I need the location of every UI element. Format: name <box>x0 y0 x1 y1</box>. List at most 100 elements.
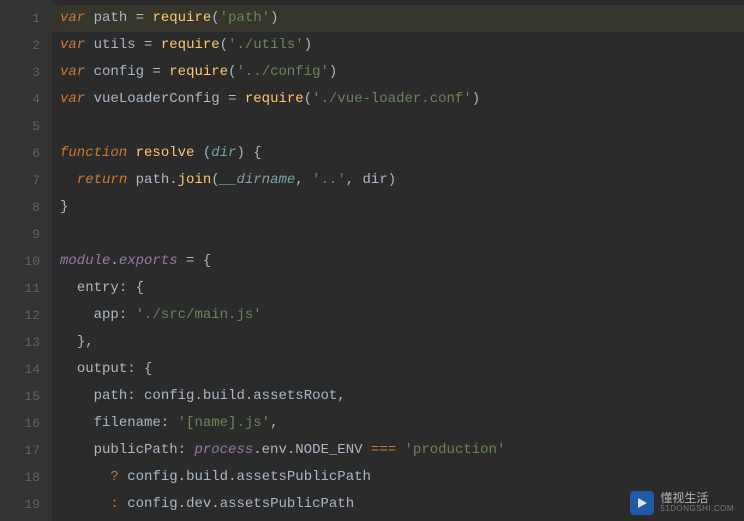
keyword: var <box>60 64 85 80</box>
builtin: __dirname <box>220 172 296 188</box>
paren: ) <box>329 64 337 80</box>
dot: . <box>253 442 261 458</box>
identifier: dir <box>363 172 388 188</box>
colon: : <box>119 280 136 296</box>
property: filename <box>94 415 161 431</box>
watermark-text: 懂视生活 51DONGSHI.COM <box>660 492 734 514</box>
code-line[interactable]: return path.join(__dirname, '..', dir) <box>60 167 744 194</box>
identifier: path <box>94 10 128 26</box>
dot: . <box>110 253 118 269</box>
line-number: 11 <box>0 275 40 302</box>
operator: = <box>136 37 161 53</box>
dot: . <box>178 496 186 512</box>
builtin: process <box>194 442 253 458</box>
keyword: return <box>77 172 127 188</box>
string: './vue-loader.conf' <box>312 91 472 107</box>
colon: : <box>119 307 136 323</box>
identifier: NODE_ENV <box>295 442 362 458</box>
space <box>396 442 404 458</box>
watermark-subtitle: 51DONGSHI.COM <box>660 505 734 514</box>
keyword: var <box>60 37 85 53</box>
line-number: 3 <box>0 59 40 86</box>
code-line[interactable]: filename: '[name].js', <box>60 410 744 437</box>
line-number: 12 <box>0 302 40 329</box>
code-line[interactable]: } <box>60 194 744 221</box>
code-line[interactable]: var vueLoaderConfig = require('./vue-loa… <box>60 86 744 113</box>
dot: . <box>194 388 202 404</box>
code-line[interactable]: }, <box>60 329 744 356</box>
line-number: 10 <box>0 248 40 275</box>
identifier: config <box>94 64 144 80</box>
colon: : <box>127 388 144 404</box>
string: './src/main.js' <box>136 307 262 323</box>
line-number: 15 <box>0 383 40 410</box>
space <box>127 145 135 161</box>
brace: } <box>60 199 68 215</box>
property: entry <box>77 280 119 296</box>
watermark: 懂视生活 51DONGSHI.COM <box>630 491 734 515</box>
code-area[interactable]: var path = require('path') var utils = r… <box>52 0 744 521</box>
code-line[interactable]: path: config.build.assetsRoot, <box>60 383 744 410</box>
string: 'path' <box>220 10 270 26</box>
comma: , <box>85 334 93 350</box>
identifier: assetsPublicPath <box>220 496 354 512</box>
code-line[interactable]: output: { <box>60 356 744 383</box>
code-line[interactable]: module.exports = { <box>60 248 744 275</box>
code-line[interactable]: publicPath: process.env.NODE_ENV === 'pr… <box>60 437 744 464</box>
identifier: dev <box>186 496 211 512</box>
code-line[interactable]: entry: { <box>60 275 744 302</box>
identifier: vueLoaderConfig <box>94 91 220 107</box>
paren: ) <box>388 172 396 188</box>
property: app <box>94 307 119 323</box>
brace: { <box>253 145 261 161</box>
code-line[interactable]: var path = require('path') <box>60 5 744 32</box>
code-line[interactable]: function resolve (dir) { <box>60 140 744 167</box>
code-editor[interactable]: 1 2 3 4 5 6 7 8 9 10 11 12 13 14 15 16 1… <box>0 0 744 521</box>
operator: === <box>371 442 396 458</box>
code-line[interactable] <box>60 221 744 248</box>
code-line[interactable]: app: './src/main.js' <box>60 302 744 329</box>
brace: { <box>144 361 152 377</box>
identifier: config <box>127 496 177 512</box>
space <box>194 145 202 161</box>
space <box>363 442 371 458</box>
colon: : <box>161 415 178 431</box>
watermark-logo-icon <box>630 491 654 515</box>
line-number: 6 <box>0 140 40 167</box>
code-line[interactable] <box>60 113 744 140</box>
paren: ) <box>304 37 312 53</box>
identifier: config <box>127 469 177 485</box>
line-number: 4 <box>0 86 40 113</box>
paren: ( <box>203 145 211 161</box>
paren: ( <box>211 10 219 26</box>
paren: ( <box>211 172 219 188</box>
dot: . <box>211 496 219 512</box>
comma: , <box>346 172 363 188</box>
ternary: : <box>110 496 118 512</box>
code-line[interactable]: var utils = require('./utils') <box>60 32 744 59</box>
code-line[interactable]: var config = require('../config') <box>60 59 744 86</box>
line-number: 17 <box>0 437 40 464</box>
ternary: ? <box>110 469 118 485</box>
line-number: 14 <box>0 356 40 383</box>
identifier: build <box>203 388 245 404</box>
operator: = <box>144 64 169 80</box>
function-call: require <box>169 64 228 80</box>
parameter: dir <box>211 145 236 161</box>
function-call: require <box>245 91 304 107</box>
line-number: 8 <box>0 194 40 221</box>
code-line[interactable]: ? config.build.assetsPublicPath <box>60 464 744 491</box>
brace: { <box>203 253 211 269</box>
dot: . <box>169 172 177 188</box>
function-name: resolve <box>136 145 195 161</box>
builtin: module <box>60 253 110 269</box>
string: './utils' <box>228 37 304 53</box>
function-call: require <box>161 37 220 53</box>
property: path <box>94 388 128 404</box>
line-number: 5 <box>0 113 40 140</box>
property: publicPath <box>94 442 178 458</box>
identifier: path <box>136 172 170 188</box>
function-call: require <box>152 10 211 26</box>
keyword: var <box>60 91 85 107</box>
paren: ( <box>304 91 312 107</box>
